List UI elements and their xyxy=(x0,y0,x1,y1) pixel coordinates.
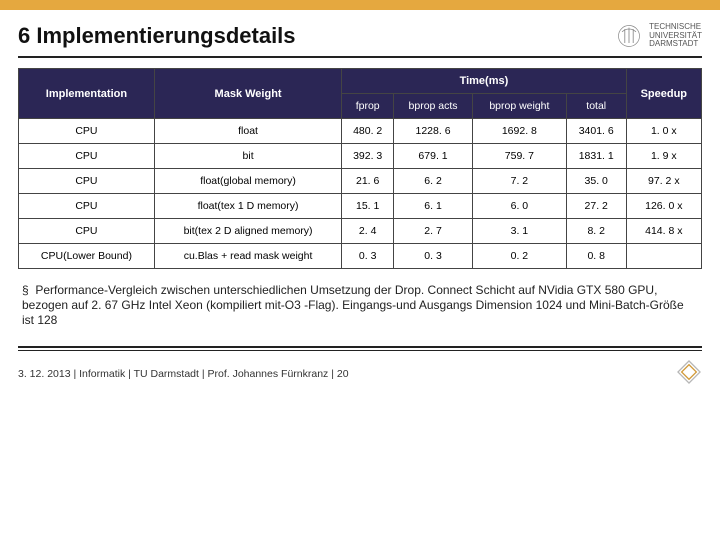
table-row: CPUbit(tex 2 D aligned memory)2. 42. 73.… xyxy=(19,219,702,244)
table-cell: CPU xyxy=(19,119,155,144)
table-cell: 0. 3 xyxy=(394,244,473,269)
table-cell: 35. 0 xyxy=(566,169,626,194)
table-container: Implementation Mask Weight Time(ms) Spee… xyxy=(0,58,720,277)
table-cell: bit(tex 2 D aligned memory) xyxy=(154,219,341,244)
table-cell: 414. 8 x xyxy=(626,219,701,244)
table-cell: float xyxy=(154,119,341,144)
footer-text: 3. 12. 2013 | Informatik | TU Darmstadt … xyxy=(18,368,349,380)
table-cell: 1228. 6 xyxy=(394,119,473,144)
page-title: 6 Implementierungsdetails xyxy=(18,23,296,49)
table-cell: CPU xyxy=(19,169,155,194)
table-cell: 392. 3 xyxy=(342,144,394,169)
table-cell: 1692. 8 xyxy=(472,119,566,144)
col-total: total xyxy=(566,94,626,119)
bullet-icon: § xyxy=(22,283,32,298)
table-cell: cu.Blas + read mask weight xyxy=(154,244,341,269)
table-cell: CPU(Lower Bound) xyxy=(19,244,155,269)
table-cell: 27. 2 xyxy=(566,194,626,219)
table-cell: 0. 8 xyxy=(566,244,626,269)
table-cell: CPU xyxy=(19,219,155,244)
table-cell: 2. 4 xyxy=(342,219,394,244)
col-fprop: fprop xyxy=(342,94,394,119)
col-implementation: Implementation xyxy=(19,69,155,119)
table-cell: 1. 0 x xyxy=(626,119,701,144)
table-cell xyxy=(626,244,701,269)
table-cell: float(global memory) xyxy=(154,169,341,194)
table-cell: 21. 6 xyxy=(342,169,394,194)
table-cell: 3401. 6 xyxy=(566,119,626,144)
table-header-row-1: Implementation Mask Weight Time(ms) Spee… xyxy=(19,69,702,94)
table-cell: 1. 9 x xyxy=(626,144,701,169)
table-cell: 126. 0 x xyxy=(626,194,701,219)
table-cell: 480. 2 xyxy=(342,119,394,144)
table-row: CPUfloat480. 21228. 61692. 83401. 61. 0 … xyxy=(19,119,702,144)
table-row: CPUbit392. 3679. 1759. 71831. 11. 9 x xyxy=(19,144,702,169)
table-cell: CPU xyxy=(19,194,155,219)
footer: 3. 12. 2013 | Informatik | TU Darmstadt … xyxy=(0,351,720,388)
diamond-icon xyxy=(676,359,702,385)
header-row: 6 Implementierungsdetails TECHNISCHE UNI… xyxy=(0,10,720,56)
col-bprop-acts: bprop acts xyxy=(394,94,473,119)
table-cell: 6. 2 xyxy=(394,169,473,194)
university-logo: TECHNISCHE UNIVERSITÄT DARMSTADT xyxy=(615,22,702,50)
table-cell: bit xyxy=(154,144,341,169)
table-cell: 0. 3 xyxy=(342,244,394,269)
col-mask-weight: Mask Weight xyxy=(154,69,341,119)
table-row: CPUfloat(tex 1 D memory)15. 16. 16. 027.… xyxy=(19,194,702,219)
athena-icon xyxy=(615,22,643,50)
table-cell: 0. 2 xyxy=(472,244,566,269)
table-body: CPUfloat480. 21228. 61692. 83401. 61. 0 … xyxy=(19,119,702,269)
accent-bar xyxy=(0,0,720,10)
logo-text: TECHNISCHE UNIVERSITÄT DARMSTADT xyxy=(649,23,702,49)
table-cell: 6. 1 xyxy=(394,194,473,219)
col-bprop-weight: bprop weight xyxy=(472,94,566,119)
table-cell: float(tex 1 D memory) xyxy=(154,194,341,219)
table-cell: CPU xyxy=(19,144,155,169)
table-cell: 8. 2 xyxy=(566,219,626,244)
table-cell: 7. 2 xyxy=(472,169,566,194)
table-cell: 1831. 1 xyxy=(566,144,626,169)
table-row: CPU(Lower Bound)cu.Blas + read mask weig… xyxy=(19,244,702,269)
table-cell: 15. 1 xyxy=(342,194,394,219)
table-cell: 679. 1 xyxy=(394,144,473,169)
table-cell: 759. 7 xyxy=(472,144,566,169)
footer-rule-top xyxy=(18,346,702,348)
table-cell: 3. 1 xyxy=(472,219,566,244)
table-cell: 97. 2 x xyxy=(626,169,701,194)
performance-table: Implementation Mask Weight Time(ms) Spee… xyxy=(18,68,702,269)
table-cell: 6. 0 xyxy=(472,194,566,219)
col-speedup: Speedup xyxy=(626,69,701,119)
table-row: CPUfloat(global memory)21. 66. 27. 235. … xyxy=(19,169,702,194)
col-time: Time(ms) xyxy=(342,69,626,94)
description-text: Performance-Vergleich zwischen unterschi… xyxy=(22,283,684,327)
description-paragraph: § Performance-Vergleich zwischen untersc… xyxy=(0,277,720,340)
footer-logo xyxy=(676,359,702,388)
table-cell: 2. 7 xyxy=(394,219,473,244)
